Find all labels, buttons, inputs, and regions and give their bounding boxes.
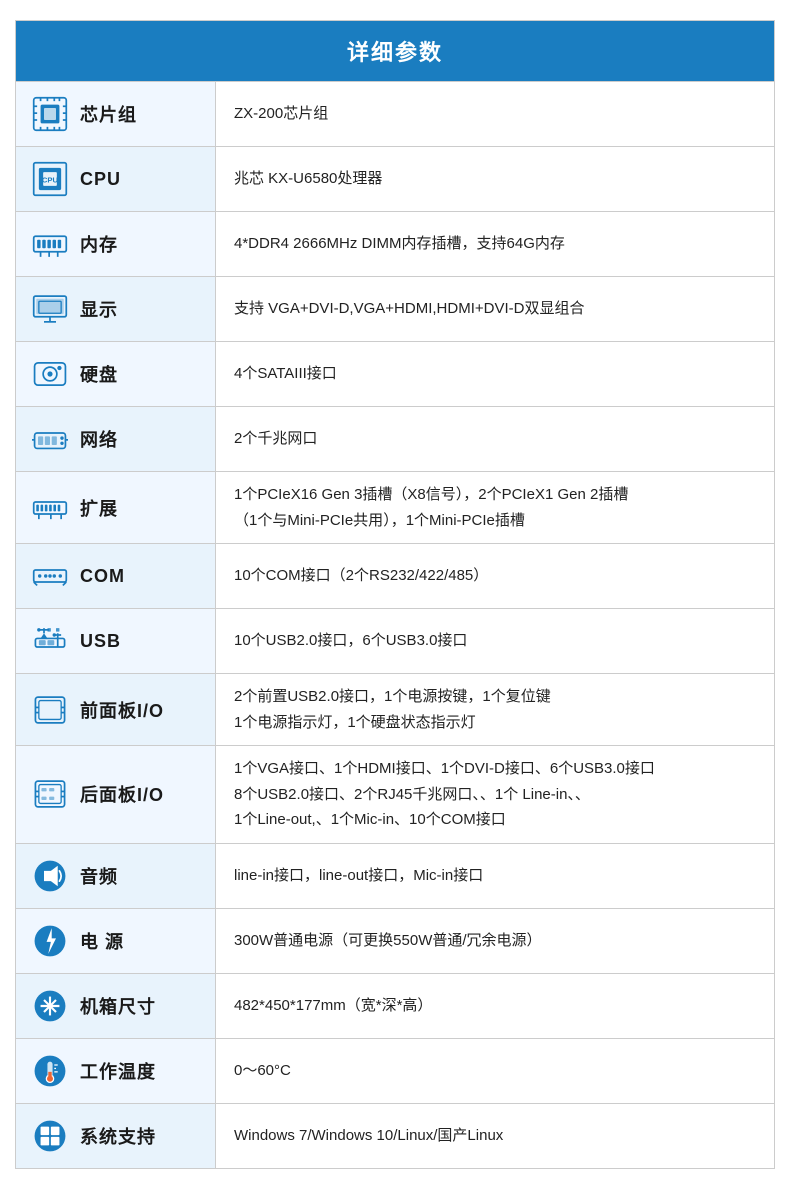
network-label: 网络 [80,426,118,452]
display-value: 支持 VGA+DVI-D,VGA+HDMI,HDMI+DVI-D双显组合 [234,296,584,322]
value-temperature: 0～60°C [216,1039,774,1103]
expansion-label: 扩展 [80,495,118,521]
usb-label: USB [80,631,121,652]
front-io-label: 前面板I/O [80,697,164,723]
table-title: 详细参数 [16,21,774,81]
value-os: Windows 7/Windows 10/Linux/国产Linux [216,1104,774,1168]
label-chassis: 机箱尺寸 [16,974,216,1038]
chipset-label: 芯片组 [80,101,137,127]
power-value: 300W普通电源（可更换550W普通/冗余电源） [234,928,542,954]
label-power: 电 源 [16,909,216,973]
label-chipset: 芯片组 [16,82,216,146]
value-cpu: 兆芯 KX-U6580处理器 [216,147,774,211]
value-display: 支持 VGA+DVI-D,VGA+HDMI,HDMI+DVI-D双显组合 [216,277,774,341]
row-power: 电 源 300W普通电源（可更换550W普通/冗余电源） [16,908,774,973]
hdd-label: 硬盘 [80,361,118,387]
memory-label: 内存 [80,231,118,257]
os-label: 系统支持 [80,1123,156,1149]
value-hdd: 4个SATAIII接口 [216,342,774,406]
value-usb: 10个USB2.0接口，6个USB3.0接口 [216,609,774,673]
row-chipset: 芯片组 ZX-200芯片组 [16,81,774,146]
row-hdd: 硬盘 4个SATAIII接口 [16,341,774,406]
com-icon [28,554,72,598]
label-expansion: 扩展 [16,472,216,543]
front-io-value: 2个前置USB2.0接口，1个电源按键，1个复位键 1个电源指示灯，1个硬盘状态… [234,684,551,735]
label-audio: 音频 [16,844,216,908]
row-audio: 音频 line-in接口，line-out接口，Mic-in接口 [16,843,774,908]
row-rear-io: 后面板I/O 1个VGA接口、1个HDMI接口、1个DVI-D接口、6个USB3… [16,745,774,843]
value-com: 10个COM接口（2个RS232/422/485） [216,544,774,608]
audio-value: line-in接口，line-out接口，Mic-in接口 [234,863,483,889]
memory-icon [28,222,72,266]
temperature-icon [28,1049,72,1093]
value-network: 2个千兆网口 [216,407,774,471]
expansion-icon [28,486,72,530]
label-front-io: 前面板I/O [16,674,216,745]
spec-table: 详细参数 [15,20,775,1169]
chassis-icon [28,984,72,1028]
row-usb: USB 10个USB2.0接口，6个USB3.0接口 [16,608,774,673]
audio-icon [28,854,72,898]
power-icon [28,919,72,963]
chipset-icon [28,92,72,136]
usb-value: 10个USB2.0接口，6个USB3.0接口 [234,628,467,654]
com-value: 10个COM接口（2个RS232/422/485） [234,563,488,589]
hdd-icon [28,352,72,396]
label-rear-io: 后面板I/O [16,746,216,843]
temperature-label: 工作温度 [80,1058,156,1084]
label-temperature: 工作温度 [16,1039,216,1103]
hdd-value: 4个SATAIII接口 [234,361,337,387]
chipset-value: ZX-200芯片组 [234,101,328,127]
row-cpu: CPU CPU 兆芯 KX-U6580处理器 [16,146,774,211]
row-network: 网络 2个千兆网口 [16,406,774,471]
display-label: 显示 [80,296,118,322]
row-temperature: 工作温度 0～60°C [16,1038,774,1103]
row-front-io: 前面板I/O 2个前置USB2.0接口，1个电源按键，1个复位键 1个电源指示灯… [16,673,774,745]
display-icon [28,287,72,331]
value-rear-io: 1个VGA接口、1个HDMI接口、1个DVI-D接口、6个USB3.0接口 8个… [216,746,774,843]
value-power: 300W普通电源（可更换550W普通/冗余电源） [216,909,774,973]
label-usb: USB [16,609,216,673]
rear-io-label: 后面板I/O [80,781,164,807]
value-audio: line-in接口，line-out接口，Mic-in接口 [216,844,774,908]
com-label: COM [80,566,125,587]
value-chipset: ZX-200芯片组 [216,82,774,146]
label-hdd: 硬盘 [16,342,216,406]
value-chassis: 482*450*177mm（宽*深*高） [216,974,774,1038]
svg-text:CPU: CPU [42,175,59,184]
front-io-icon [28,688,72,732]
chassis-label: 机箱尺寸 [80,993,156,1019]
os-value: Windows 7/Windows 10/Linux/国产Linux [234,1123,503,1149]
os-icon [28,1114,72,1158]
row-display: 显示 支持 VGA+DVI-D,VGA+HDMI,HDMI+DVI-D双显组合 [16,276,774,341]
cpu-icon: CPU [28,157,72,201]
rear-io-value: 1个VGA接口、1个HDMI接口、1个DVI-D接口、6个USB3.0接口 8个… [234,756,655,833]
row-memory: 内存 4*DDR4 2666MHz DIMM内存插槽，支持64G内存 [16,211,774,276]
rear-io-icon [28,772,72,816]
row-chassis: 机箱尺寸 482*450*177mm（宽*深*高） [16,973,774,1038]
audio-label: 音频 [80,863,118,889]
power-label: 电 源 [80,928,124,954]
usb-icon [28,619,72,663]
label-cpu: CPU CPU [16,147,216,211]
row-os: 系统支持 Windows 7/Windows 10/Linux/国产Linux [16,1103,774,1168]
chassis-value: 482*450*177mm（宽*深*高） [234,993,432,1019]
cpu-label: CPU [80,169,121,190]
memory-value: 4*DDR4 2666MHz DIMM内存插槽，支持64G内存 [234,231,565,257]
cpu-value: 兆芯 KX-U6580处理器 [234,166,382,192]
expansion-value: 1个PCIeX16 Gen 3插槽（X8信号），2个PCIeX1 Gen 2插槽… [234,482,628,533]
value-memory: 4*DDR4 2666MHz DIMM内存插槽，支持64G内存 [216,212,774,276]
label-display: 显示 [16,277,216,341]
label-memory: 内存 [16,212,216,276]
row-com: COM 10个COM接口（2个RS232/422/485） [16,543,774,608]
value-expansion: 1个PCIeX16 Gen 3插槽（X8信号），2个PCIeX1 Gen 2插槽… [216,472,774,543]
network-icon [28,417,72,461]
label-com: COM [16,544,216,608]
temperature-value: 0～60°C [234,1058,291,1084]
label-os: 系统支持 [16,1104,216,1168]
row-expansion: 扩展 1个PCIeX16 Gen 3插槽（X8信号），2个PCIeX1 Gen … [16,471,774,543]
network-value: 2个千兆网口 [234,426,317,452]
value-front-io: 2个前置USB2.0接口，1个电源按键，1个复位键 1个电源指示灯，1个硬盘状态… [216,674,774,745]
label-network: 网络 [16,407,216,471]
